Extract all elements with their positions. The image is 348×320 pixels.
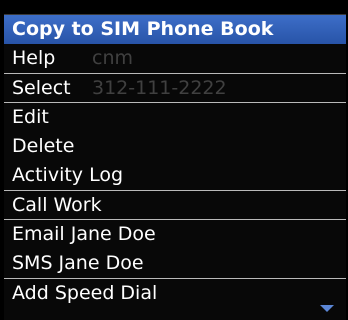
menu-item-label: Activity Log — [12, 164, 124, 187]
menu-item-email[interactable]: Email Jane Doe — [4, 220, 346, 249]
menu-item-label: Help — [12, 47, 56, 70]
menu-item-select[interactable]: 312-111-2222 Select — [4, 74, 346, 103]
background-contact-name: cnm — [92, 47, 133, 70]
menu-item-label: SMS Jane Doe — [12, 252, 144, 275]
menu-item-call-work[interactable]: Call Work — [4, 191, 346, 221]
menu-item-delete[interactable]: Delete — [4, 132, 346, 161]
menu-item-add-speed-dial[interactable]: Add Speed Dial — [4, 279, 346, 308]
menu-item-label: Copy to SIM Phone Book — [12, 18, 274, 40]
menu-item-label: Add Speed Dial — [12, 281, 158, 304]
background-contact-number: 312-111-2222 — [92, 76, 227, 99]
menu-item-label: Edit — [12, 105, 49, 128]
menu-item-edit[interactable]: Edit — [4, 103, 346, 132]
menu-item-help[interactable]: cnm Help — [4, 44, 346, 74]
chevron-down-icon[interactable] — [320, 305, 334, 312]
menu-item-activity-log[interactable]: Activity Log — [4, 161, 346, 191]
menu-item-copy-to-sim[interactable]: Copy to SIM Phone Book — [4, 15, 346, 45]
menu-item-label: Call Work — [12, 193, 102, 216]
menu-item-label: Delete — [12, 135, 75, 158]
menu-item-label: Select — [12, 76, 71, 99]
context-menu: Copy to SIM Phone Book cnm Help 312-111-… — [4, 14, 346, 320]
menu-item-sms[interactable]: SMS Jane Doe — [4, 249, 346, 279]
menu-item-label: Email Jane Doe — [12, 223, 156, 246]
